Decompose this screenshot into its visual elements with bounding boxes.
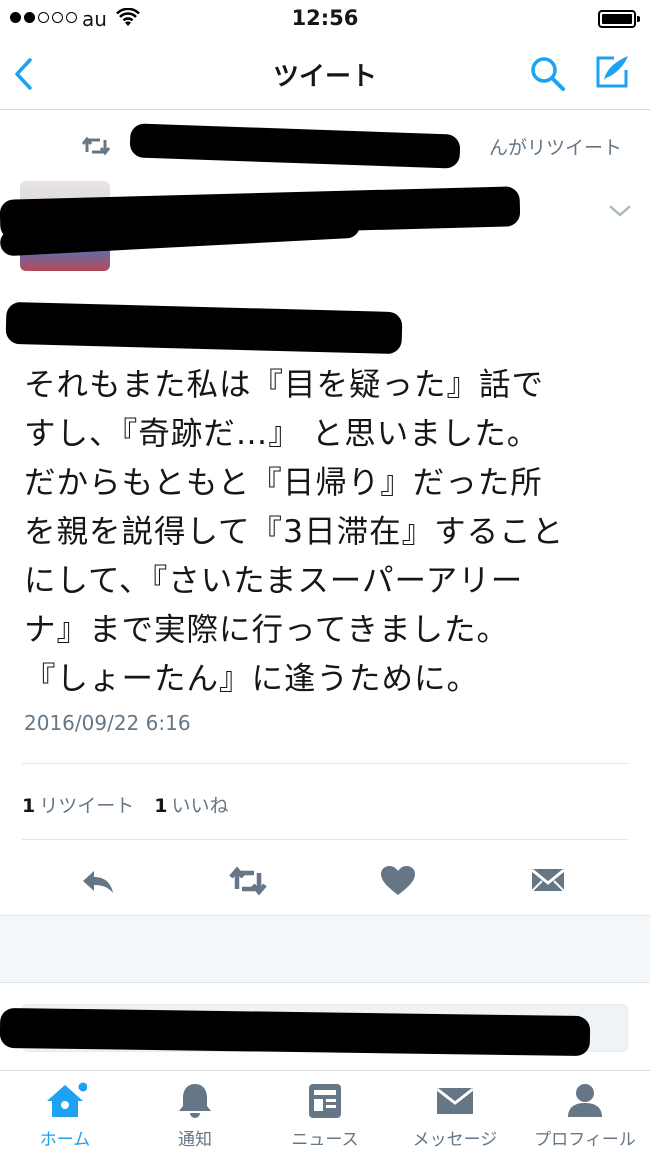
- retweet-stat[interactable]: 1 リツイート: [22, 795, 134, 817]
- bell-icon: [179, 1084, 211, 1118]
- envelope-icon: [436, 1087, 474, 1114]
- redaction-mark: [0, 1007, 591, 1057]
- tab-notifications[interactable]: 通知: [130, 1081, 260, 1155]
- retweet-context-text: んがリツイート: [488, 137, 622, 159]
- direct-message-button[interactable]: [528, 861, 568, 901]
- status-time: 12:56: [291, 6, 359, 30]
- divider: [22, 763, 628, 764]
- status-bar: au 12:56: [0, 0, 650, 38]
- retweet-icon: [81, 136, 111, 160]
- retweet-stat-label: リツイート: [39, 795, 135, 817]
- retweet-icon: [229, 866, 267, 896]
- like-count: 1: [154, 795, 168, 817]
- chevron-down-icon: [609, 205, 631, 217]
- battery-icon: [598, 10, 640, 28]
- tab-label: ニュース: [291, 1130, 359, 1150]
- tab-bar: ホーム 通知 ニュース メッセージ プロフィール: [0, 1070, 650, 1156]
- retweet-button[interactable]: [228, 861, 268, 901]
- tab-profile[interactable]: プロフィール: [520, 1081, 650, 1155]
- search-button[interactable]: [528, 54, 568, 94]
- tab-label: プロフィール: [534, 1130, 636, 1150]
- navigation-bar: ツイート: [0, 38, 650, 110]
- retweet-count: 1: [22, 795, 36, 817]
- tweet-text: それもまた私は『目を疑った』話で すし、『奇跡だ…』 と思いました。 だからもと…: [24, 367, 565, 697]
- tab-news[interactable]: ニュース: [260, 1081, 390, 1155]
- divider: [22, 839, 628, 840]
- redaction-mark: [5, 301, 403, 355]
- envelope-icon: [531, 868, 565, 892]
- tab-label: ホーム: [39, 1130, 91, 1150]
- tab-messages[interactable]: メッセージ: [390, 1081, 520, 1155]
- home-icon: [47, 1082, 87, 1117]
- tweet-actions: [0, 851, 650, 911]
- tweet-stats: 1 リツイート 1 いいね: [22, 791, 243, 818]
- search-icon: [531, 57, 565, 91]
- like-button[interactable]: [378, 861, 418, 901]
- news-icon: [309, 1084, 341, 1118]
- compose-tweet-button[interactable]: [592, 52, 632, 92]
- tab-label: 通知: [178, 1130, 212, 1150]
- section-gap: [0, 915, 650, 983]
- tweet-timestamp: 2016/09/22 6:16: [24, 711, 191, 735]
- reply-icon: [83, 871, 113, 893]
- tab-home[interactable]: ホーム: [0, 1081, 130, 1155]
- reply-button[interactable]: [78, 861, 118, 901]
- like-stat-label: いいね: [171, 795, 229, 817]
- tweet-options-button[interactable]: [608, 203, 632, 219]
- redaction-mark: [129, 123, 461, 169]
- compose-icon: [596, 56, 628, 88]
- tab-label: メッセージ: [412, 1130, 498, 1150]
- like-stat[interactable]: 1 いいね: [154, 795, 228, 817]
- profile-icon: [568, 1084, 602, 1117]
- heart-icon: [381, 866, 415, 895]
